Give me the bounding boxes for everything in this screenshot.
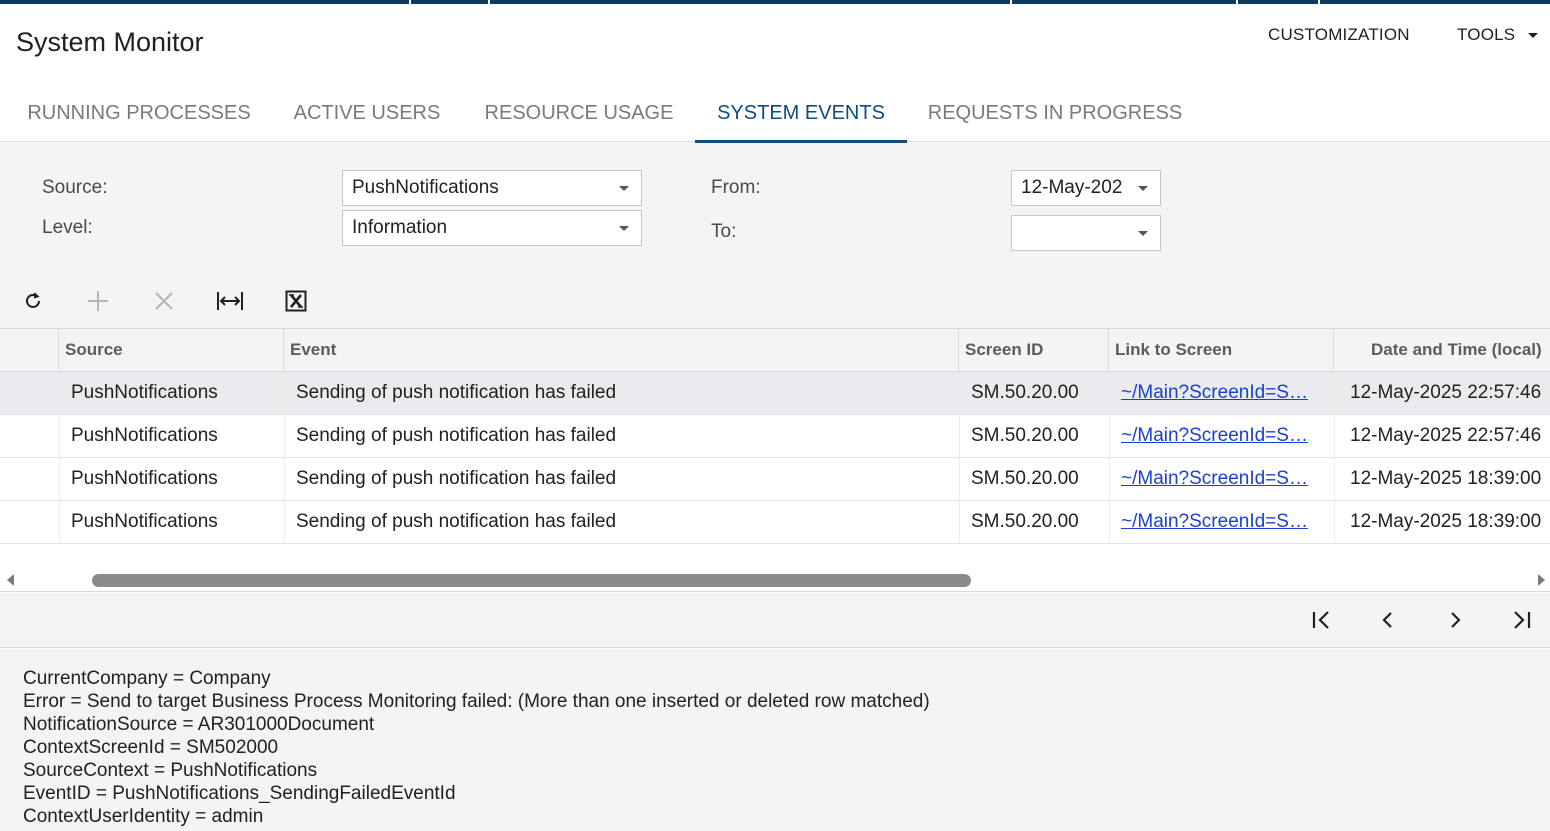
horizontal-scrollbar[interactable] — [0, 544, 1550, 592]
event-details-panel: CurrentCompany = Company Error = Send to… — [0, 649, 1550, 831]
screen-link[interactable]: ~/Main?ScreenId=S… — [1121, 415, 1321, 457]
cell-source: PushNotifications — [71, 468, 218, 489]
detail-line: NotificationSource = AR301000Document — [23, 714, 375, 735]
from-label: From: — [711, 177, 761, 198]
next-page-button[interactable] — [1438, 605, 1472, 635]
cell-event: Sending of push notification has failed — [296, 425, 617, 446]
refresh-icon — [26, 292, 40, 308]
from-date-field[interactable]: 12-May-202 — [1011, 170, 1161, 206]
tab-running-processes[interactable]: RUNNING PROCESSES — [18, 88, 260, 142]
detail-line: CurrentCompany = Company — [23, 668, 271, 689]
cell-date-time: 12-May-2025 18:39:00 — [1350, 468, 1542, 489]
first-page-button[interactable] — [1305, 605, 1339, 635]
customization-menu[interactable]: CUSTOMIZATION — [1268, 25, 1410, 45]
chevron-down-icon[interactable] — [1138, 186, 1148, 191]
source-select[interactable]: PushNotifications — [342, 170, 642, 206]
previous-page-button[interactable] — [1371, 605, 1405, 635]
column-header-event[interactable]: Event — [284, 329, 959, 372]
column-divider — [59, 372, 60, 544]
tab-active-users[interactable]: ACTIVE USERS — [282, 88, 452, 142]
from-date-value: 12-May-202 — [1021, 177, 1123, 198]
cell-screen-id: SM.50.20.00 — [971, 511, 1079, 532]
column-divider — [1334, 372, 1335, 544]
screen-link[interactable]: ~/Main?ScreenId=S… — [1121, 372, 1321, 414]
last-page-button[interactable] — [1504, 605, 1538, 635]
level-select[interactable]: Information — [342, 210, 642, 246]
chevron-down-icon[interactable] — [1138, 231, 1148, 236]
cell-event: Sending of push notification has failed — [296, 468, 617, 489]
column-divider — [959, 372, 960, 544]
cell-source: PushNotifications — [71, 511, 218, 532]
table-row[interactable]: PushNotifications Sending of push notifi… — [0, 501, 1550, 544]
cell-source: PushNotifications — [71, 425, 218, 446]
cell-screen-id: SM.50.20.00 — [971, 382, 1079, 403]
source-value: PushNotifications — [352, 177, 499, 198]
scroll-left-icon[interactable] — [7, 574, 14, 586]
chevron-down-icon[interactable] — [619, 226, 629, 231]
fit-columns-button[interactable] — [213, 284, 247, 318]
tab-bar: RUNNING PROCESSES ACTIVE USERS RESOURCE … — [0, 88, 1550, 143]
delete-row-button[interactable] — [147, 284, 181, 318]
screen-link[interactable]: ~/Main?ScreenId=S… — [1121, 458, 1321, 500]
cell-event: Sending of push notification has failed — [296, 511, 617, 532]
scrollbar-thumb[interactable] — [92, 574, 971, 587]
tab-resource-usage[interactable]: RESOURCE USAGE — [474, 88, 684, 142]
close-icon — [155, 292, 173, 310]
column-divider — [284, 372, 285, 544]
add-row-button[interactable] — [81, 284, 115, 318]
table-row[interactable]: PushNotifications Sending of push notifi… — [0, 415, 1550, 458]
table-row[interactable]: PushNotifications Sending of push notifi… — [0, 458, 1550, 501]
chevron-right-icon — [1451, 612, 1461, 628]
plus-icon — [88, 291, 108, 311]
chevron-down-icon[interactable] — [619, 186, 629, 191]
first-page-icon — [1312, 611, 1329, 629]
chevron-left-icon — [1382, 612, 1392, 628]
column-header-source[interactable]: Source — [59, 329, 284, 372]
level-label: Level: — [42, 217, 93, 238]
fit-columns-icon — [217, 292, 243, 310]
export-excel-button[interactable] — [279, 284, 313, 318]
cell-screen-id: SM.50.20.00 — [971, 425, 1079, 446]
column-header-date-time[interactable]: Date and Time (local) — [1334, 329, 1550, 372]
refresh-button[interactable] — [16, 284, 50, 318]
to-label: To: — [711, 221, 737, 242]
screen-link[interactable]: ~/Main?ScreenId=S… — [1121, 501, 1321, 543]
detail-line: Error = Send to target Business Process … — [23, 691, 930, 712]
column-header-screen-id[interactable]: Screen ID — [959, 329, 1109, 372]
table-row[interactable]: PushNotifications Sending of push notifi… — [0, 372, 1550, 415]
detail-line: EventID = PushNotifications_SendingFaile… — [23, 783, 456, 804]
cell-event: Sending of push notification has failed — [296, 382, 617, 403]
detail-line: ContextUserIdentity = admin — [23, 806, 264, 827]
row-selector-header — [0, 329, 59, 372]
level-value: Information — [352, 217, 448, 238]
tools-menu[interactable]: TOOLS — [1457, 25, 1515, 45]
scroll-right-icon[interactable] — [1538, 574, 1545, 586]
cell-screen-id: SM.50.20.00 — [971, 468, 1079, 489]
detail-line: SourceContext = PushNotifications — [23, 760, 318, 781]
cell-date-time: 12-May-2025 22:57:46 — [1350, 425, 1542, 446]
chevron-down-icon[interactable] — [1528, 33, 1538, 38]
detail-line: ContextScreenId = SM502000 — [23, 737, 279, 758]
cell-source: PushNotifications — [71, 382, 218, 403]
cell-date-time: 12-May-2025 22:57:46 — [1350, 382, 1542, 403]
grid-header: Source Event Screen ID Link to Screen Da… — [0, 328, 1550, 372]
pager — [0, 593, 1550, 648]
events-grid: Source Event Screen ID Link to Screen Da… — [0, 328, 1550, 544]
last-page-icon — [1514, 611, 1531, 629]
source-label: Source: — [42, 177, 108, 198]
page-title: System Monitor — [16, 27, 204, 57]
tab-system-events[interactable]: SYSTEM EVENTS — [695, 88, 907, 143]
column-divider — [1109, 372, 1110, 544]
tab-requests-in-progress[interactable]: REQUESTS IN PROGRESS — [918, 88, 1192, 142]
cell-date-time: 12-May-2025 18:39:00 — [1350, 511, 1542, 532]
column-header-link-to-screen[interactable]: Link to Screen — [1109, 329, 1334, 372]
to-date-field[interactable] — [1011, 215, 1161, 251]
top-accent-bar — [0, 0, 1550, 4]
excel-export-icon — [285, 290, 307, 312]
